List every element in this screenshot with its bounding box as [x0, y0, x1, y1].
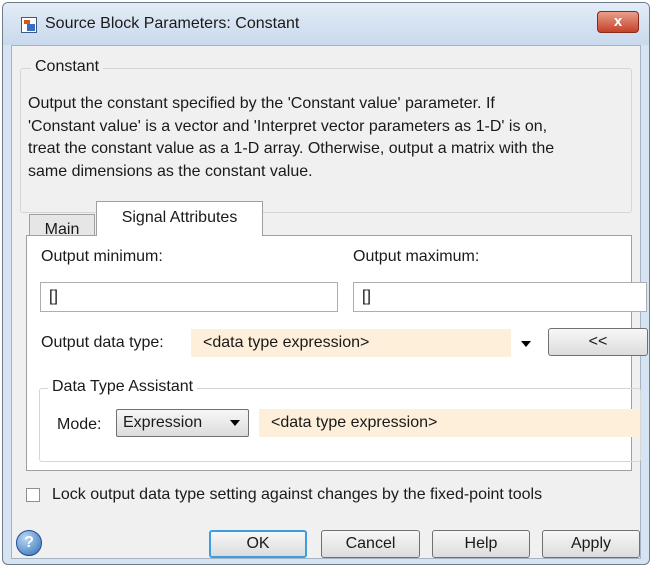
output-maximum-label: Output maximum:: [353, 248, 480, 265]
mode-select[interactable]: Expression: [116, 409, 249, 437]
window-title: Source Block Parameters: Constant: [45, 15, 300, 32]
cancel-button[interactable]: Cancel: [321, 530, 420, 558]
simulink-block-icon: [21, 17, 37, 33]
description-line: treat the constant value as a 1-D array.…: [28, 140, 555, 157]
close-button[interactable]: x: [597, 11, 639, 33]
signal-attributes-panel: Output minimum: [] Output maximum: [] Ou…: [26, 235, 648, 471]
help-button[interactable]: Help: [432, 530, 530, 558]
lock-data-type-checkbox[interactable]: [26, 488, 40, 502]
chevron-down-icon: [230, 420, 240, 426]
block-description: Output the constant specified by the 'Co…: [28, 93, 632, 183]
title-bar[interactable]: Source Block Parameters: Constant x: [3, 3, 649, 45]
data-type-assistant-title: Data Type Assistant: [48, 378, 198, 396]
data-type-assistant-toggle-button[interactable]: <<: [548, 328, 648, 356]
tab-signal-attributes[interactable]: Signal Attributes: [96, 201, 263, 236]
chevron-down-icon[interactable]: [521, 341, 531, 347]
output-data-type-input[interactable]: <data type expression>: [191, 329, 511, 357]
help-icon[interactable]: ?: [16, 530, 42, 556]
output-minimum-label: Output minimum:: [41, 248, 163, 265]
dialog-body: Constant Output the constant specified b…: [11, 45, 648, 559]
description-line: 'Constant value' is a vector and 'Interp…: [28, 117, 548, 135]
dialog-window: Source Block Parameters: Constant x Cons…: [2, 2, 650, 565]
output-minimum-field[interactable]: []: [40, 282, 338, 312]
close-icon: x: [613, 13, 623, 30]
data-type-expression-field[interactable]: <data type expression>: [259, 409, 639, 437]
output-data-type-label: Output data type:: [41, 334, 164, 351]
apply-button[interactable]: Apply: [542, 530, 640, 558]
description-line: same dimensions as the constant value.: [28, 162, 313, 180]
description-line: Output the constant specified by the 'Co…: [28, 95, 495, 112]
output-maximum-field[interactable]: []: [353, 282, 647, 312]
lock-data-type-label[interactable]: Lock output data type setting against ch…: [52, 486, 542, 504]
description-group-title: Constant: [31, 58, 104, 76]
ok-button[interactable]: OK: [209, 530, 307, 558]
mode-select-value: Expression: [123, 414, 203, 431]
mode-label: Mode:: [57, 416, 102, 433]
